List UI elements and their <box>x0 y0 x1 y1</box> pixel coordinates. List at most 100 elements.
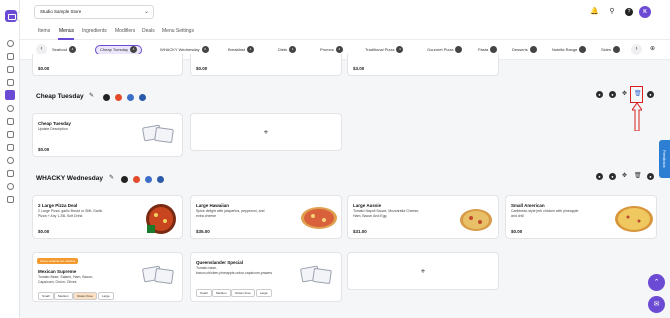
chip-label: Desserts <box>512 47 528 52</box>
online-icon[interactable] <box>139 94 146 101</box>
chip-count: 4 <box>246 46 254 54</box>
store-selector[interactable]: Studio Sample Store ⌄ <box>34 5 154 19</box>
feedback-tab[interactable]: Feedback <box>659 140 670 178</box>
edit-icon[interactable]: ✎ <box>88 93 95 100</box>
add-item-card[interactable]: + <box>190 113 342 151</box>
more-icon[interactable]: ● <box>647 91 654 98</box>
item-title: Large Hawaiian <box>196 203 230 208</box>
calendar-icon[interactable] <box>7 131 14 138</box>
link-icon[interactable] <box>7 183 14 190</box>
visibility-icon[interactable]: ● <box>596 173 603 180</box>
variant-tag[interactable]: Small <box>196 289 212 297</box>
tab-modifiers[interactable]: Modifiers <box>115 28 135 34</box>
pizza-image <box>460 209 492 231</box>
chip-count: 4 <box>396 46 404 54</box>
variant-tag[interactable]: Gluten Free <box>231 289 255 297</box>
search-icon[interactable] <box>7 40 14 47</box>
item-price: $0.00 <box>38 147 50 152</box>
more-icon[interactable]: ● <box>647 173 654 180</box>
sidebar: ‹ <box>0 0 24 318</box>
help-icon[interactable]: ? <box>625 8 633 16</box>
scroll-up-button[interactable]: ⌃ <box>648 274 665 291</box>
list-icon[interactable] <box>7 66 14 73</box>
add-item-card[interactable]: + <box>347 252 499 290</box>
dine-in-icon[interactable] <box>121 176 128 183</box>
chart-icon[interactable] <box>7 170 14 177</box>
menu-item-card[interactable]: Large Aussie Tomato Napoli Sauce, Mozzar… <box>347 195 499 239</box>
delivery-icon[interactable] <box>133 176 140 183</box>
menu-item-card[interactable]: Cheap Tuesday Update Description $0.00 <box>32 113 183 157</box>
move-icon[interactable]: ✥ <box>621 173 628 180</box>
item-price: $0.00 <box>38 229 50 234</box>
menu-item-card[interactable]: $3.00 <box>347 54 499 76</box>
item-title: Small American <box>511 203 545 208</box>
receipt-icon[interactable] <box>7 196 14 203</box>
menu-item-card[interactable]: $0.00 <box>32 54 183 76</box>
online-icon[interactable] <box>157 176 164 183</box>
tab-menus[interactable]: Menus <box>59 28 74 34</box>
clock-icon[interactable]: ● <box>609 173 616 180</box>
item-description: 2 Large Pizza, garlic Bread or SML Garli… <box>38 209 103 218</box>
chip-label: Diets <box>278 47 288 52</box>
menu-item-card[interactable]: Queenslander Special Tomato base, bacon,… <box>190 252 342 302</box>
chip-nutella-range[interactable]: Nutella Range <box>552 45 587 55</box>
chip-count <box>529 46 537 54</box>
pickup-icon[interactable] <box>145 176 152 183</box>
trash-icon[interactable]: 🗑 <box>634 173 642 180</box>
chips-scroll-right-button[interactable]: › <box>631 44 642 55</box>
grid-icon[interactable] <box>7 79 14 86</box>
move-icon[interactable]: ✥ <box>621 91 628 98</box>
edit-icon[interactable]: ✎ <box>108 175 115 182</box>
store-icon[interactable] <box>7 53 14 60</box>
tab-ingredients[interactable]: Ingredients <box>82 28 107 34</box>
section-title: Cheap Tuesday <box>36 93 84 100</box>
item-price: $0.00 <box>196 66 208 71</box>
menu-item-card[interactable]: 2 Large Pizza Deal 2 Large Pizza, garlic… <box>32 195 183 239</box>
chip-sides[interactable]: Sides <box>601 45 621 55</box>
chip-count <box>455 46 463 54</box>
menu-icon[interactable] <box>5 90 15 100</box>
chip-count: 4 <box>68 46 76 54</box>
chip-desserts[interactable]: Desserts <box>512 45 537 55</box>
top-bar: Studio Sample Store ⌄ 🔔 ⚲ ? K <box>20 0 670 24</box>
bag-icon[interactable] <box>7 118 14 125</box>
item-description: Tomato Napoli Sauce, Mozzarella Cheese, … <box>353 209 420 218</box>
tab-items[interactable]: Items <box>38 28 50 34</box>
variant-tag[interactable]: Medium <box>212 289 231 297</box>
chip-label: Traditional Pizza <box>365 47 395 52</box>
menu-item-card[interactable]: Small American Caribbean-style jerk chic… <box>505 195 657 239</box>
chip-label: Gourmet Pizza <box>427 47 454 52</box>
rocket-icon[interactable]: ⚲ <box>608 8 616 16</box>
variant-tag[interactable]: Small <box>38 292 54 300</box>
chip-count <box>579 46 587 54</box>
tab-menu-settings[interactable]: Menu Settings <box>162 28 194 34</box>
item-description: Update Description <box>38 127 68 131</box>
visibility-icon[interactable]: ● <box>596 91 603 98</box>
item-title: 2 Large Pizza Deal <box>38 203 78 208</box>
users-icon[interactable] <box>7 157 14 164</box>
chat-button[interactable]: ✉ <box>648 296 665 313</box>
gear-icon[interactable] <box>7 105 14 112</box>
bell-icon[interactable]: 🔔 <box>590 8 599 16</box>
menu-item-card[interactable]: $0.00 <box>190 54 342 76</box>
chevron-down-icon: ⌄ <box>143 9 149 15</box>
item-title: Mexican Supreme <box>38 269 77 274</box>
variant-tag[interactable]: Large <box>98 292 114 300</box>
doc-icon[interactable] <box>7 144 14 151</box>
image-placeholder-icon <box>141 122 177 150</box>
menu-item-card[interactable]: Large Hawaiian Spice delight with jalape… <box>190 195 342 239</box>
delivery-icon[interactable] <box>115 94 122 101</box>
section-title: WHACKY Wednesday <box>36 175 103 182</box>
avatar[interactable]: K <box>639 6 651 18</box>
tab-deals[interactable]: Deals <box>142 28 155 34</box>
clock-icon[interactable]: ● <box>609 91 616 98</box>
app-logo[interactable] <box>5 10 17 22</box>
dine-in-icon[interactable] <box>103 94 110 101</box>
add-chip-icon[interactable]: ⊕ <box>647 44 658 55</box>
variant-tag[interactable]: Large <box>256 289 272 297</box>
item-title: Queenslander Special <box>196 260 244 265</box>
pickup-icon[interactable] <box>127 94 134 101</box>
variant-tag[interactable]: Gluten Free <box>73 292 97 300</box>
variant-tag[interactable]: Medium <box>54 292 73 300</box>
chip-count: 1 <box>289 46 297 54</box>
